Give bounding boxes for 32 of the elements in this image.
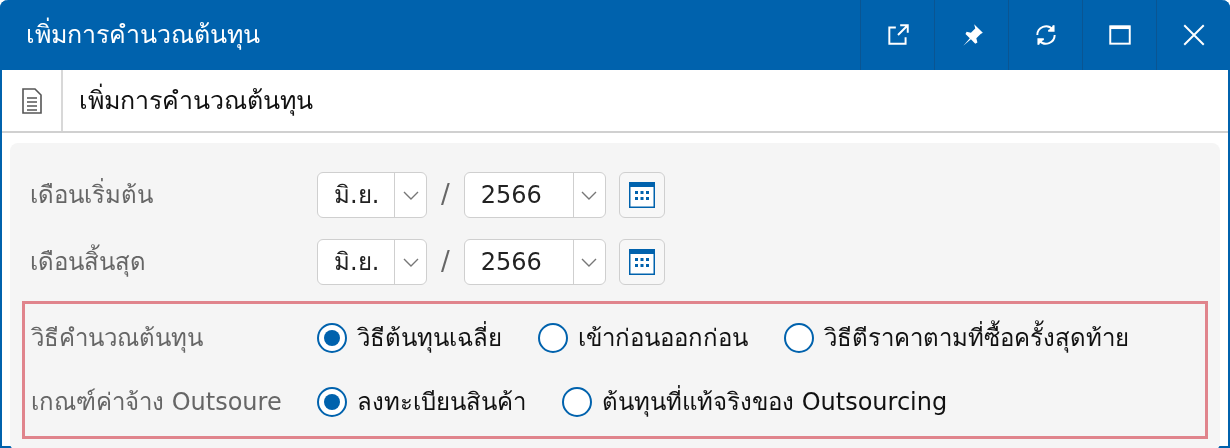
radio-option[interactable]: วิธีต้นทุนเฉลี่ย <box>317 320 502 356</box>
field-label: วิธีคำนวณต้นทุน <box>30 323 204 355</box>
date-separator: / <box>441 178 450 211</box>
radio-button[interactable] <box>317 387 347 417</box>
radio-button[interactable] <box>562 387 592 417</box>
select-value: มิ.ย. <box>333 179 381 211</box>
select-value: 2566 <box>479 179 543 211</box>
radio-option[interactable]: วิธีตีราคาตามที่ซื้อครั้งสุดท้าย <box>784 320 1129 356</box>
radio-option[interactable]: เข้าก่อนออกก่อน <box>538 320 748 356</box>
window-title: เพิ่มการคำนวณต้นทุน <box>0 16 860 54</box>
radio-option[interactable]: ลงทะเบียนสินค้า <box>317 384 526 420</box>
select-value: 2566 <box>479 246 543 278</box>
month-select[interactable]: มิ.ย. <box>317 171 427 218</box>
calendar-button[interactable] <box>618 238 665 285</box>
year-select[interactable]: 2566 <box>463 238 606 285</box>
maximize-icon <box>1106 22 1133 48</box>
document-icon <box>21 87 42 114</box>
radio-button[interactable] <box>317 323 347 353</box>
radio-option[interactable]: ต้นทุนที่แท้จริงของ Outsourcing <box>562 384 948 420</box>
field-label: เดือนเริ่มต้น <box>29 177 154 211</box>
select-value: มิ.ย. <box>333 246 381 278</box>
calendar-button[interactable] <box>618 171 665 218</box>
date-separator: / <box>441 245 450 278</box>
year-select[interactable]: 2566 <box>463 171 606 218</box>
field-label: เดือนสิ้นสุด <box>22 243 317 280</box>
calendar-icon <box>627 180 656 209</box>
radio-button[interactable] <box>784 323 814 353</box>
page-title: เพิ่มการคำนวณต้นทุน <box>78 82 313 118</box>
radio-button[interactable] <box>538 323 568 353</box>
calendar-icon <box>627 247 656 276</box>
field-label: เกณฑ์ค่าจ้าง Outsoure <box>30 387 283 418</box>
month-select[interactable]: มิ.ย. <box>317 238 427 285</box>
